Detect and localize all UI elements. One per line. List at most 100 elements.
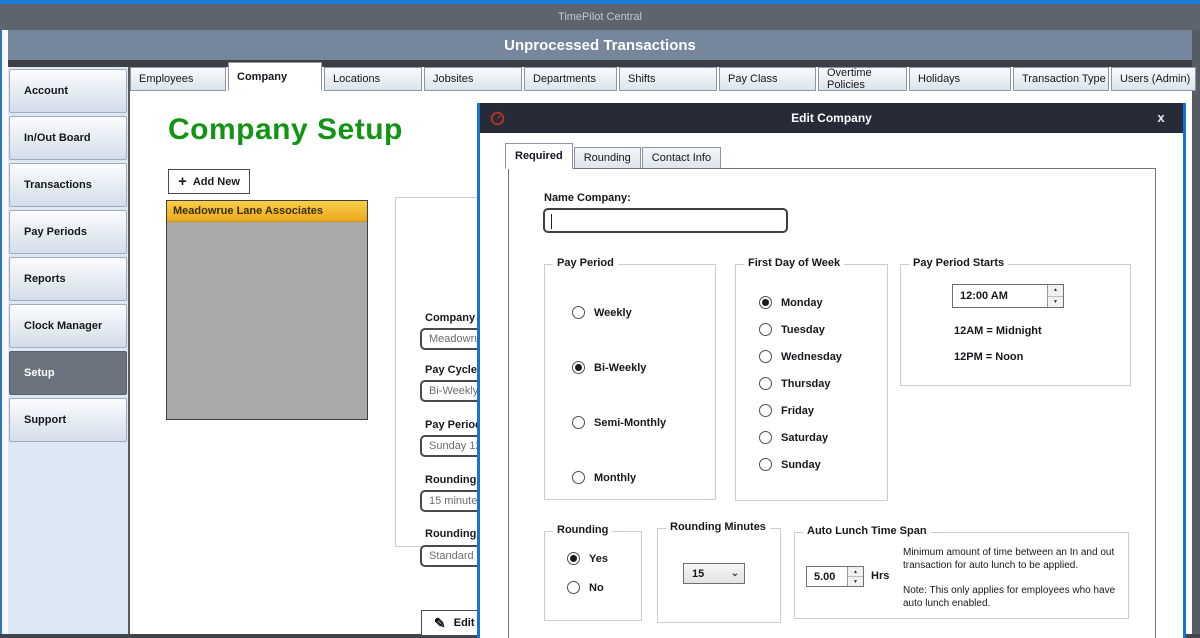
radio-wednesday[interactable]: Wednesday — [759, 350, 842, 363]
tab-overtime-policies[interactable]: Overtime Policies — [818, 67, 907, 91]
main-tab-bar: Employees Company Locations Jobsites Dep… — [130, 62, 1196, 91]
rounding-minutes-label: Rounding Minutes — [666, 521, 770, 533]
window-title: TimePilot Central — [558, 11, 642, 23]
radio-icon — [759, 296, 772, 309]
tab-departments[interactable]: Departments — [524, 67, 617, 91]
radio-sunday[interactable]: Sunday — [759, 458, 821, 471]
dialog-tab-contact-info[interactable]: Contact Info — [642, 147, 721, 169]
rounding-group-label: Rounding — [553, 524, 612, 536]
radio-tuesday[interactable]: Tuesday — [759, 323, 825, 336]
tab-employees[interactable]: Employees — [130, 67, 226, 91]
tab-jobsites[interactable]: Jobsites — [424, 67, 522, 91]
pay-period-starts-label: Pay Period Starts — [909, 257, 1008, 269]
field-label-pay-cycle: Pay Cycle — [425, 364, 477, 376]
sidebar-item-pay-periods[interactable]: Pay Periods — [9, 210, 127, 254]
list-item-selected[interactable]: Meadowrue Lane Associates — [167, 201, 367, 222]
sidebar-item-clock-manager[interactable]: Clock Manager — [9, 304, 127, 348]
spinner-buttons[interactable]: ▲ ▼ — [847, 567, 863, 586]
page-header-title: Unprocessed Transactions — [504, 37, 696, 54]
auto-lunch-description: Minimum amount of time between an In and… — [903, 546, 1128, 572]
add-new-button[interactable]: + Add New — [168, 169, 250, 194]
text-caret — [551, 214, 552, 229]
auto-lunch-hours-spinner[interactable]: 5.00 ▲ ▼ — [806, 566, 864, 587]
page-title: Company Setup — [168, 113, 403, 147]
spinner-up-icon[interactable]: ▲ — [848, 567, 863, 577]
tab-holidays[interactable]: Holidays — [909, 67, 1011, 91]
sidebar-item-setup[interactable]: Setup — [9, 351, 127, 395]
sidebar-item-in-out-board[interactable]: In/Out Board — [9, 116, 127, 160]
dialog-title: Edit Company — [791, 111, 872, 125]
radio-icon — [567, 552, 580, 565]
dialog-tab-required[interactable]: Required — [505, 143, 573, 169]
radio-icon — [759, 323, 772, 336]
first-day-group-label: First Day of Week — [744, 257, 844, 269]
window-right-border — [1192, 30, 1200, 638]
radio-saturday[interactable]: Saturday — [759, 431, 828, 444]
midnight-note: 12AM = Midnight — [954, 325, 1042, 337]
radio-icon — [572, 416, 585, 429]
radio-monday[interactable]: Monday — [759, 296, 823, 309]
sidebar-item-account[interactable]: Account — [9, 69, 127, 113]
timepilot-clock-icon — [490, 111, 505, 126]
noon-note: 12PM = Noon — [954, 351, 1023, 363]
auto-lunch-label: Auto Lunch Time Span — [803, 525, 931, 537]
auto-lunch-group: Auto Lunch Time Span 5.00 ▲ ▼ Hrs Minimu… — [794, 532, 1129, 619]
radio-icon — [572, 471, 585, 484]
add-new-label: Add New — [193, 176, 240, 188]
tab-pay-class[interactable]: Pay Class — [719, 67, 816, 91]
tab-company[interactable]: Company — [228, 62, 322, 91]
dialog-titlebar: Edit Company x — [480, 103, 1183, 133]
radio-rounding-yes[interactable]: Yes — [567, 552, 608, 565]
radio-friday[interactable]: Friday — [759, 404, 814, 417]
rounding-minutes-group: Rounding Minutes 15 ⌄ — [657, 528, 781, 623]
spinner-buttons[interactable]: ▲ ▼ — [1047, 285, 1063, 307]
app-window: TimePilot Central Unprocessed Transactio… — [0, 0, 1200, 638]
dialog-tab-rounding[interactable]: Rounding — [574, 147, 641, 169]
name-company-input[interactable] — [543, 208, 788, 233]
edit-label: Edit — [454, 617, 475, 629]
edit-company-dialog: Edit Company x Required Rounding Contact… — [477, 103, 1186, 638]
chevron-down-icon: ⌄ — [726, 568, 744, 579]
rounding-minutes-dropdown[interactable]: 15 ⌄ — [683, 563, 745, 584]
radio-icon — [759, 458, 772, 471]
pay-period-group-label: Pay Period — [553, 257, 618, 269]
tab-shifts[interactable]: Shifts — [619, 67, 717, 91]
radio-semi-monthly[interactable]: Semi-Monthly — [572, 416, 666, 429]
radio-thursday[interactable]: Thursday — [759, 377, 831, 390]
required-tab-panel: Name Company: Pay Period Weekly Bi-Weekl… — [508, 168, 1156, 638]
pay-period-starts-time-spinner[interactable]: 12:00 AM ▲ ▼ — [952, 284, 1064, 308]
radio-monthly[interactable]: Monthly — [572, 471, 636, 484]
sidebar-item-transactions[interactable]: Transactions — [9, 163, 127, 207]
field-label-rounding: Rounding — [425, 474, 476, 486]
radio-icon — [567, 581, 580, 594]
tab-users-admin[interactable]: Users (Admin) — [1111, 67, 1196, 91]
tab-locations[interactable]: Locations — [324, 67, 422, 91]
rounding-group: Rounding Yes No — [544, 531, 642, 621]
radio-rounding-no[interactable]: No — [567, 581, 604, 594]
sidebar-item-reports[interactable]: Reports — [9, 257, 127, 301]
radio-icon — [572, 361, 585, 374]
radio-icon — [759, 377, 772, 390]
dialog-tab-bar: Required Rounding Contact Info — [505, 143, 721, 169]
radio-bi-weekly[interactable]: Bi-Weekly — [572, 361, 646, 374]
spinner-down-icon[interactable]: ▼ — [848, 577, 863, 586]
pay-period-group: Pay Period Weekly Bi-Weekly Semi-Monthly… — [544, 264, 716, 500]
window-titlebar: TimePilot Central — [0, 4, 1200, 30]
page-header: Unprocessed Transactions — [8, 30, 1192, 60]
spinner-down-icon[interactable]: ▼ — [1048, 297, 1063, 308]
radio-weekly[interactable]: Weekly — [572, 306, 632, 319]
radio-icon — [572, 306, 585, 319]
sidebar-item-support[interactable]: Support — [9, 398, 127, 442]
pay-period-starts-group: Pay Period Starts 12:00 AM ▲ ▼ 12AM = Mi… — [900, 264, 1131, 386]
plus-icon: + — [178, 174, 187, 189]
window-left-border — [0, 30, 8, 634]
radio-icon — [759, 431, 772, 444]
first-day-of-week-group: First Day of Week Monday Tuesday Wednesd… — [735, 264, 888, 501]
close-icon[interactable]: x — [1153, 110, 1169, 125]
radio-icon — [759, 350, 772, 363]
spinner-up-icon[interactable]: ▲ — [1048, 285, 1063, 297]
radio-icon — [759, 404, 772, 417]
tab-transaction-type[interactable]: Transaction Type — [1013, 67, 1109, 91]
name-company-label: Name Company: — [544, 192, 631, 204]
company-list[interactable]: Meadowrue Lane Associates — [166, 200, 368, 420]
